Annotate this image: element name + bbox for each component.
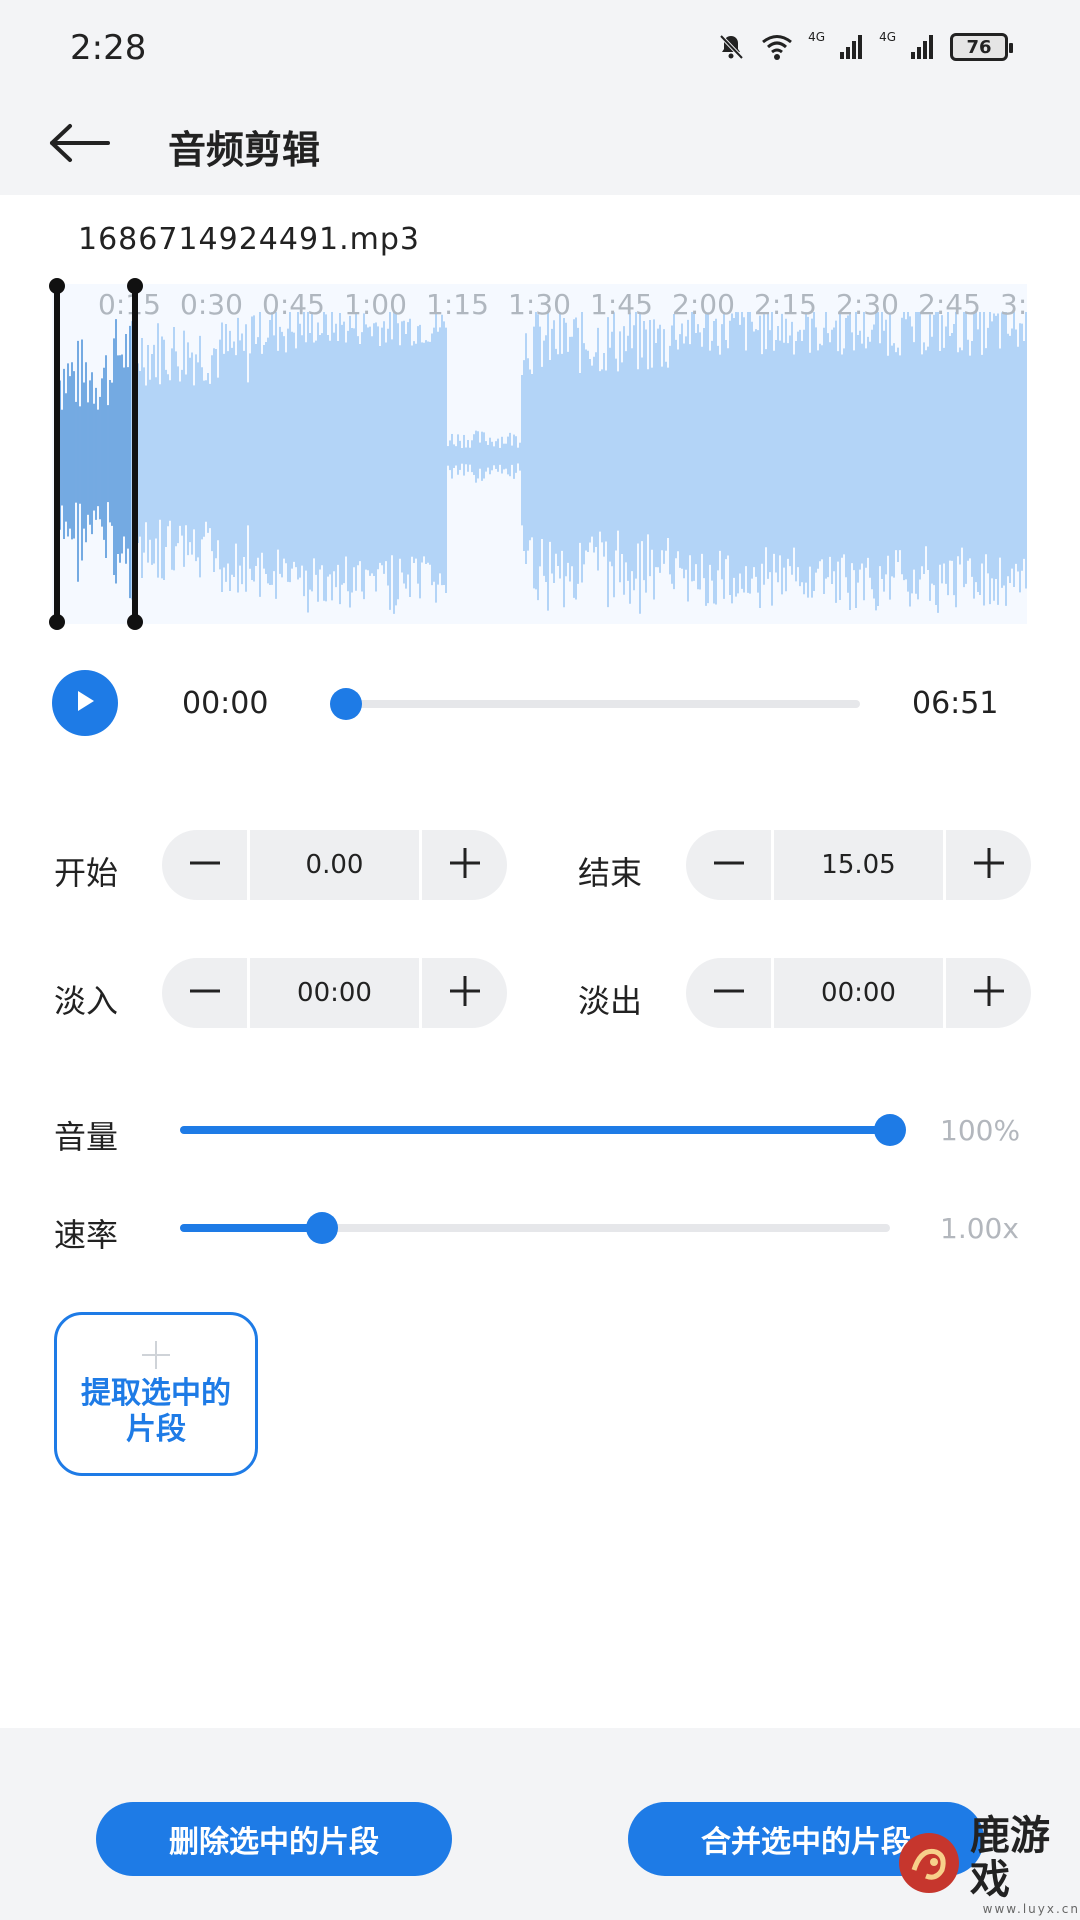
watermark-text: 鹿游戏 [970, 1813, 1050, 1903]
play-button[interactable] [52, 670, 118, 736]
minus-icon [712, 974, 746, 1012]
player-row: 00:00 06:51 [0, 668, 1080, 738]
timeline-tick: 2:30 [836, 288, 899, 321]
volume-value: 100% [940, 1114, 1021, 1147]
selection-end-handle[interactable] [127, 278, 143, 630]
timeline-tick: 0:15 [98, 288, 161, 321]
playback-progress-thumb[interactable] [330, 688, 362, 720]
volume-slider-fill [180, 1126, 890, 1134]
minus-icon [188, 974, 222, 1012]
volume-label: 音量 [54, 1118, 119, 1156]
deer-logo-icon [896, 1830, 962, 1900]
selection-start-handle[interactable] [49, 278, 65, 630]
fade-out-decrement-button[interactable] [686, 958, 771, 1028]
playback-progress[interactable] [330, 688, 860, 720]
status-time: 2:28 [70, 28, 147, 68]
current-time: 00:00 [182, 686, 269, 721]
back-button[interactable] [44, 115, 114, 175]
watermark-text-block: 鹿游戏 www.luyx.cn [970, 1814, 1080, 1916]
fade-out-stepper: 00:00 [686, 958, 1031, 1028]
wifi-icon [760, 33, 794, 61]
minus-icon [188, 846, 222, 884]
timeline-tick: 2:45 [918, 288, 981, 321]
start-label: 开始 [54, 854, 119, 892]
fade-in-value[interactable]: 00:00 [247, 958, 422, 1028]
rate-slider[interactable] [180, 1212, 890, 1244]
timeline-ticks: 0:15 0:30 0:45 1:00 1:15 1:30 1:45 2:00 2:15 2:30… [98, 284, 1027, 324]
start-stepper: 0.00 [162, 830, 507, 900]
rate-label: 速率 [54, 1216, 119, 1254]
file-name: 1686714924491.mp3 [78, 222, 421, 257]
end-decrement-button[interactable] [686, 830, 771, 900]
timeline-tick: 0:45 [262, 288, 325, 321]
volume-slider-thumb[interactable] [874, 1114, 906, 1146]
delete-selection-button[interactable]: 删除选中的片段 [96, 1802, 452, 1876]
fade-out-value[interactable]: 00:00 [771, 958, 946, 1028]
arrow-left-icon [48, 123, 110, 167]
watermark: 鹿游戏 www.luyx.cn [896, 1814, 1080, 1916]
fade-out-increment-button[interactable] [946, 958, 1031, 1028]
extract-selection-button[interactable]: 提取选中的片段 [54, 1312, 258, 1476]
rate-slider-fill [180, 1224, 322, 1232]
fade-out-label: 淡出 [578, 982, 643, 1020]
app-bar: 音频剪辑 [0, 95, 1080, 195]
end-value[interactable]: 15.05 [771, 830, 946, 900]
plus-icon [448, 974, 482, 1012]
start-decrement-button[interactable] [162, 830, 247, 900]
end-stepper: 15.05 [686, 830, 1031, 900]
signal-icon-2 [910, 34, 936, 60]
signal-icon [839, 34, 865, 60]
fade-in-label: 淡入 [54, 982, 119, 1020]
watermark-url: www.luyx.cn [982, 1902, 1080, 1916]
status-bar: 2:28 4G 4G 76 [0, 0, 1080, 95]
play-icon [73, 689, 97, 717]
network-label-1: 4G [808, 30, 826, 44]
volume-slider[interactable] [180, 1114, 906, 1146]
fade-in-decrement-button[interactable] [162, 958, 247, 1028]
fade-in-stepper: 00:00 [162, 958, 507, 1028]
end-label: 结束 [578, 854, 643, 892]
page-title: 音频剪辑 [168, 128, 321, 172]
bell-muted-icon [716, 32, 746, 62]
start-value[interactable]: 0.00 [247, 830, 422, 900]
timeline-tick: 1:15 [426, 288, 489, 321]
plus-icon [972, 846, 1006, 884]
timeline-tick: 1:45 [590, 288, 653, 321]
timeline-tick: 0:30 [180, 288, 243, 321]
rate-value: 1.00x [940, 1212, 1019, 1245]
end-increment-button[interactable] [946, 830, 1031, 900]
timeline-tick: 3:0 [1000, 288, 1027, 321]
battery-level: 76 [966, 36, 992, 58]
battery-icon: 76 [950, 33, 1013, 61]
waveform-area[interactable]: 0:15 0:30 0:45 1:00 1:15 1:30 1:45 2:00 2:15 2:30… [52, 284, 1027, 624]
rate-slider-thumb[interactable] [306, 1212, 338, 1244]
plus-icon [141, 1340, 171, 1370]
fade-in-increment-button[interactable] [422, 958, 507, 1028]
timeline-tick: 1:00 [344, 288, 407, 321]
start-increment-button[interactable] [422, 830, 507, 900]
timeline-tick: 2:15 [754, 288, 817, 321]
timeline-tick: 1:30 [508, 288, 571, 321]
timeline-tick: 2:00 [672, 288, 735, 321]
status-icons: 4G 4G 76 [716, 30, 1013, 62]
total-time: 06:51 [912, 686, 999, 721]
extract-selection-label: 提取选中的片段 [81, 1376, 231, 1447]
plus-icon [448, 846, 482, 884]
waveform [55, 312, 1027, 614]
plus-icon [972, 974, 1006, 1012]
minus-icon [712, 846, 746, 884]
network-label-2: 4G [879, 30, 896, 44]
